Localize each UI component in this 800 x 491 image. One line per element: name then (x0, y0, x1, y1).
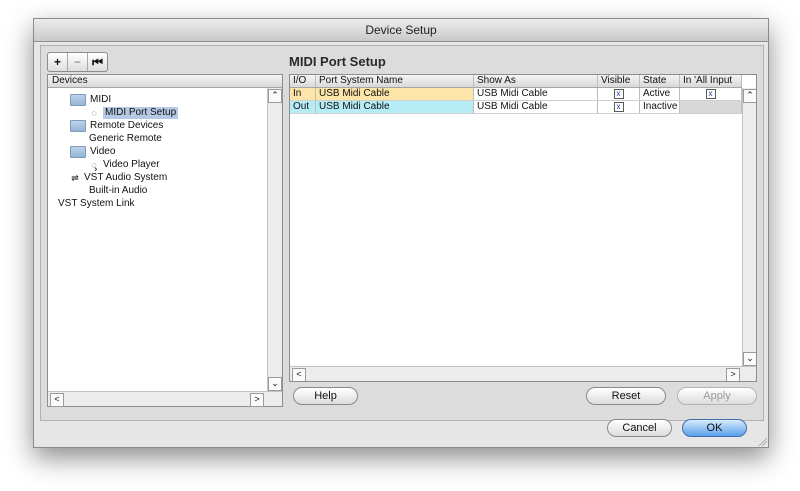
tree-item-remote-devices[interactable]: Remote Devices (70, 120, 163, 132)
midi-port-icon: ◌ (91, 108, 97, 118)
scroll-right-button[interactable]: > (726, 368, 740, 381)
tree-item-midi-port-setup[interactable]: ◌ MIDI Port Setup (89, 107, 179, 119)
tree-item-label: Remote Devices (90, 120, 164, 131)
devices-vertical-scrollbar[interactable]: ⌃ ⌄ (267, 88, 282, 392)
tree-item-vst-audio-system[interactable]: ⇌ VST Audio System (70, 172, 167, 184)
table-vertical-scrollbar[interactable]: ⌃ ⌄ (742, 88, 756, 367)
in-all-inputs-cell (680, 101, 742, 113)
apply-button[interactable]: Apply (677, 387, 757, 405)
tree-item-label: VST Audio System (84, 172, 168, 183)
column-header[interactable]: In 'All Input (680, 75, 742, 87)
cancel-button[interactable]: Cancel (607, 419, 672, 437)
scroll-down-button[interactable]: ⌄ (268, 377, 282, 391)
devices-horizontal-scrollbar[interactable]: < > (48, 391, 282, 407)
device-setup-window: Device Setup + − ⏮ Devices MIDI ◌ MIDI P… (33, 18, 769, 448)
video-player-icon: ᯮ (91, 160, 97, 170)
tree-item-label: MIDI Port Setup (103, 107, 179, 119)
devices-header: Devices (48, 75, 282, 88)
visible-cell: x (598, 88, 640, 100)
tree-item-video[interactable]: Video (70, 146, 115, 158)
column-header[interactable]: I/O (290, 75, 316, 87)
folder-icon (70, 94, 86, 106)
title-bar[interactable]: Device Setup (34, 19, 768, 42)
add-device-button[interactable]: + (48, 53, 68, 71)
audio-system-icon: ⇌ (71, 173, 79, 183)
tree-item-video-player[interactable]: ᯮ Video Player (89, 159, 160, 171)
port-system-name-cell: USB Midi Cable (316, 101, 474, 113)
show-as-cell[interactable]: USB Midi Cable (474, 101, 598, 113)
visible-checkbox[interactable]: x (613, 102, 624, 112)
help-button[interactable]: Help (293, 387, 358, 405)
scroll-left-button[interactable]: < (292, 368, 306, 381)
midi-port-table: I/O Port System Name Show As Visible Sta… (289, 74, 757, 382)
page-title: MIDI Port Setup (289, 54, 386, 69)
tree-item-midi[interactable]: MIDI (70, 94, 111, 106)
state-cell: Inactive (640, 101, 680, 113)
tree-item-label: Video Player (103, 159, 160, 170)
column-header[interactable]: Port System Name (316, 75, 474, 87)
remove-device-button[interactable]: − (68, 53, 88, 71)
io-cell: Out (290, 101, 316, 113)
content-area: + − ⏮ Devices MIDI ◌ MIDI Port Setup Rem… (40, 45, 764, 421)
ok-button[interactable]: OK (682, 419, 747, 437)
show-as-cell[interactable]: USB Midi Cable (474, 88, 598, 100)
io-cell: In (290, 88, 316, 100)
tree-item-label: Built-in Audio (89, 185, 148, 196)
in-all-inputs-checkbox[interactable]: x (705, 89, 716, 99)
reset-device-button[interactable]: ⏮ (88, 53, 107, 71)
folder-icon (70, 146, 86, 158)
table-horizontal-scrollbar[interactable]: < > (290, 366, 756, 381)
port-system-name-cell: USB Midi Cable (316, 88, 474, 100)
scroll-down-button[interactable]: ⌄ (743, 352, 756, 366)
table-row[interactable]: Out USB Midi Cable USB Midi Cable x Inac… (290, 101, 742, 114)
tree-item-generic-remote[interactable]: Generic Remote (89, 133, 162, 145)
tree-item-label: Generic Remote (89, 133, 162, 144)
column-header[interactable]: Show As (474, 75, 598, 87)
scroll-up-button[interactable]: ⌃ (743, 89, 756, 103)
scroll-right-button[interactable]: > (250, 393, 264, 407)
tree-item-label: MIDI (90, 94, 112, 105)
tree-item-built-in-audio[interactable]: Built-in Audio (89, 185, 147, 197)
reset-button[interactable]: Reset (586, 387, 666, 405)
scroll-up-button[interactable]: ⌃ (268, 89, 282, 103)
window-title: Device Setup (365, 23, 437, 37)
in-all-inputs-cell: x (680, 88, 742, 100)
visible-cell: x (598, 101, 640, 113)
devices-panel: Devices MIDI ◌ MIDI Port Setup Remote De… (47, 74, 283, 407)
resize-grip-icon[interactable] (757, 436, 767, 446)
folder-icon (70, 120, 86, 132)
column-header[interactable]: Visible (598, 75, 640, 87)
tree-item-label: Video (90, 146, 116, 157)
scroll-left-button[interactable]: < (50, 393, 64, 407)
table-header: I/O Port System Name Show As Visible Sta… (290, 75, 742, 88)
visible-checkbox[interactable]: x (613, 89, 624, 99)
tree-item-label: VST System Link (58, 198, 135, 209)
device-toolbar: + − ⏮ (47, 52, 108, 72)
table-row[interactable]: In USB Midi Cable USB Midi Cable x Activ… (290, 88, 742, 101)
state-cell: Active (640, 88, 680, 100)
tree-item-vst-system-link[interactable]: VST System Link (58, 198, 135, 210)
column-header[interactable]: State (640, 75, 680, 87)
